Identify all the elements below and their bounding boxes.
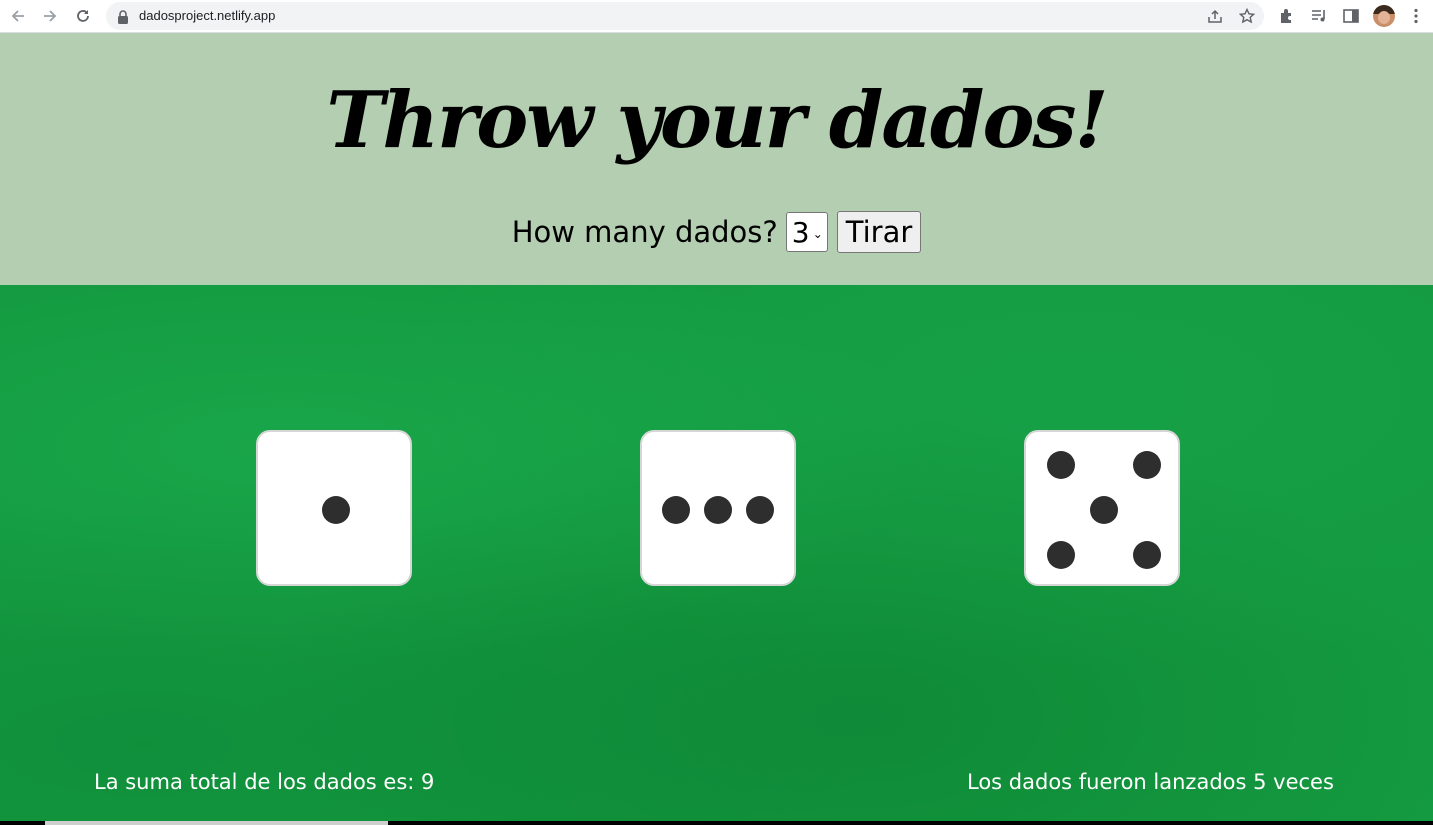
throws-count-text: Los dados fueron lanzados 5 veces bbox=[967, 770, 1334, 794]
url-text[interactable]: dadosproject.netlify.app bbox=[139, 8, 275, 23]
die-pip bbox=[662, 496, 690, 524]
address-bar[interactable]: dadosproject.netlify.app bbox=[106, 2, 1264, 30]
avatar-face bbox=[1378, 11, 1390, 24]
dice-controls: How many dados? 3 ⌄ Tirar bbox=[0, 211, 1433, 253]
reload-icon[interactable] bbox=[71, 4, 95, 28]
back-icon[interactable] bbox=[6, 4, 30, 28]
die-pip bbox=[704, 496, 732, 524]
page-header: Throw your dados! How many dados? 3 ⌄ Ti… bbox=[0, 33, 1433, 285]
die-pip bbox=[322, 496, 350, 524]
dice-table: La suma total de los dados es: 9 Los dad… bbox=[0, 285, 1433, 825]
star-icon[interactable] bbox=[1238, 7, 1256, 24]
page-title: Throw your dados! bbox=[326, 75, 1108, 166]
menu-icon[interactable] bbox=[1407, 7, 1425, 25]
sidepanel-icon[interactable] bbox=[1342, 7, 1360, 25]
roll-button[interactable]: Tirar bbox=[836, 211, 922, 253]
die-face-1 bbox=[256, 430, 412, 586]
share-icon[interactable] bbox=[1207, 8, 1223, 24]
avatar[interactable] bbox=[1373, 5, 1395, 27]
sum-text: La suma total de los dados es: 9 bbox=[94, 770, 435, 794]
browser-toolbar: dadosproject.netlify.app bbox=[0, 0, 1433, 33]
die-face-2 bbox=[640, 430, 796, 586]
die-pip bbox=[1047, 541, 1075, 569]
die-pip bbox=[1133, 451, 1161, 479]
die-pip bbox=[1133, 541, 1161, 569]
die-pip bbox=[1047, 451, 1075, 479]
die-face-3 bbox=[1024, 430, 1180, 586]
die-pip bbox=[1090, 496, 1118, 524]
dice-count-label: How many dados? bbox=[511, 215, 778, 249]
forward-icon[interactable] bbox=[38, 4, 62, 28]
lock-icon[interactable] bbox=[117, 9, 129, 28]
die-pip bbox=[746, 496, 774, 524]
chevron-down-icon: ⌄ bbox=[812, 227, 823, 241]
extensions-icon[interactable] bbox=[1278, 7, 1296, 25]
horizontal-scrollbar-thumb[interactable] bbox=[45, 821, 388, 825]
dice-count-select[interactable]: 3 ⌄ bbox=[785, 212, 828, 252]
media-icon[interactable] bbox=[1310, 7, 1328, 25]
dice-count-value: 3 bbox=[791, 215, 810, 249]
